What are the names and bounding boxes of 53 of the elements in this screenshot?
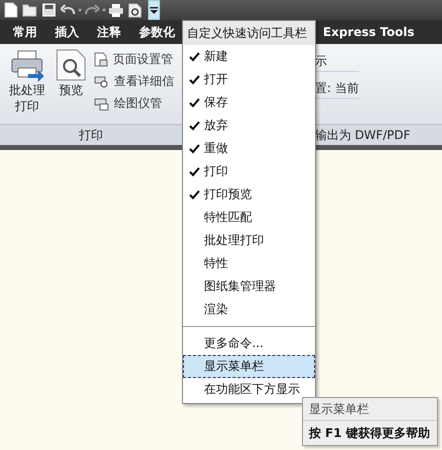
checkmark-icon xyxy=(188,120,200,130)
printer-icon[interactable] xyxy=(108,2,124,18)
ribbon-small-button[interactable]: 页面设置管 xyxy=(94,50,174,69)
menu-title: 自定义快速访问工具栏 xyxy=(183,21,315,45)
checkmark-icon xyxy=(188,98,200,108)
new-file-icon[interactable] xyxy=(4,2,18,18)
menu-item[interactable]: 特性 xyxy=(183,252,315,275)
menu-item[interactable]: 放弃 xyxy=(183,114,315,137)
ribbon-tab[interactable]: 常用 xyxy=(4,20,46,44)
redo-icon[interactable] xyxy=(84,4,100,16)
menu-item[interactable]: 渲染 xyxy=(183,298,315,321)
open-folder-icon[interactable] xyxy=(22,3,38,17)
menu-item[interactable]: 图纸集管理器 xyxy=(183,275,315,298)
undo-icon[interactable] xyxy=(60,4,76,16)
tooltip-title: 显示菜单栏 xyxy=(303,398,437,421)
printer-icon xyxy=(10,48,44,82)
printer-list-icon xyxy=(94,96,109,111)
menu-item[interactable]: 保存 xyxy=(183,91,315,114)
checkmark-icon xyxy=(188,74,200,84)
printer-magnifier-icon xyxy=(94,74,109,89)
tooltip-hint: 按 F1 键获得更多帮助 xyxy=(308,425,431,442)
menu-item[interactable]: 在功能区下方显示 xyxy=(183,378,315,401)
ribbon-tab[interactable]: 插入 xyxy=(46,20,88,44)
menu-item[interactable]: 显示菜单栏 xyxy=(183,355,315,378)
menu-item[interactable]: 打印 xyxy=(183,160,315,183)
checkmark-icon xyxy=(188,190,200,200)
customize-toolbar-button[interactable] xyxy=(148,0,160,20)
caret-icon xyxy=(150,6,158,14)
ribbon-tab[interactable]: 参数化 xyxy=(130,20,184,44)
ribbon-tab[interactable]: Express Tools xyxy=(314,20,424,44)
panel-title: 打印 xyxy=(78,126,104,144)
page-setup-icon xyxy=(94,52,108,67)
menu-item[interactable]: 特性匹配 xyxy=(183,206,315,229)
menu-item[interactable]: 打印预览 xyxy=(183,183,315,206)
ribbon-tab[interactable]: 注释 xyxy=(88,20,130,44)
ribbon-large-button[interactable]: 批处理打印 xyxy=(6,48,48,120)
ribbon-small-button[interactable]: 绘图仪管 xyxy=(94,94,174,113)
ribbon-small-button[interactable]: 查看详细信 xyxy=(94,72,174,91)
menu-item[interactable]: 新建 xyxy=(183,45,315,68)
menu-item[interactable]: 批处理打印 xyxy=(183,229,315,252)
panel-title: 输出为 DWF/PDF xyxy=(315,126,410,144)
preview-icon[interactable] xyxy=(128,2,142,18)
checkmark-icon xyxy=(188,166,200,176)
menu-item[interactable]: 重做 xyxy=(183,137,315,160)
dropdown-dot-icon[interactable] xyxy=(102,8,106,12)
menu-item[interactable]: 更多命令... xyxy=(183,332,315,355)
dropdown-dot-icon[interactable] xyxy=(78,8,82,12)
magnifier-document-icon xyxy=(55,48,87,82)
menu-item[interactable]: 打开 xyxy=(183,68,315,91)
checkmark-icon xyxy=(188,144,200,154)
ribbon-large-button[interactable]: 预览 xyxy=(50,48,92,120)
checkmark-icon xyxy=(188,52,200,62)
save-icon[interactable] xyxy=(42,3,56,17)
